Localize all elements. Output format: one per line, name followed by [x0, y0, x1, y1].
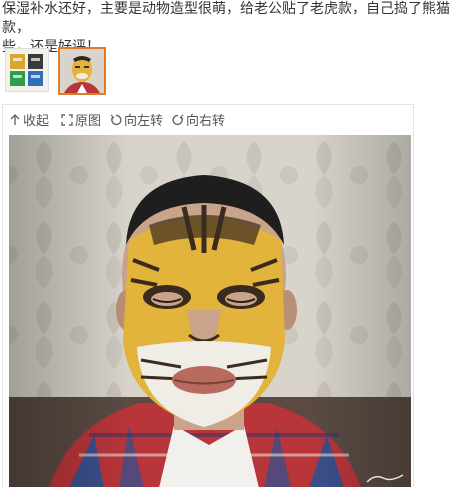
- rotate-right-button[interactable]: 向右转: [172, 113, 225, 131]
- tiger-mask-photo-thumbnail[interactable]: [58, 47, 106, 95]
- original-label: 原图: [75, 114, 102, 129]
- arrow-up-icon: [9, 114, 21, 126]
- review-page: 保湿补水还好，主要是动物造型很萌，给老公贴了老虎款，自己捣了熊猫款， 些，还是好…: [0, 0, 469, 487]
- tiger-mask-photo-image: [9, 135, 411, 487]
- original-image-button[interactable]: 原图: [61, 113, 101, 131]
- rotate-left-icon: [110, 114, 122, 126]
- mask-packs-thumbnail[interactable]: [5, 48, 49, 92]
- watermark-logo: [366, 474, 404, 483]
- rotate-left-button[interactable]: 向左转: [110, 113, 163, 131]
- review-text-line-1: 保湿补水还好，主要是动物造型很萌，给老公贴了老虎款，自己捣了熊猫款，: [2, 1, 450, 36]
- rotate-right-label: 向右转: [186, 114, 226, 129]
- collapse-label: 收起: [23, 114, 50, 129]
- image-viewer: 收起 原图 向左转 向右转: [2, 104, 414, 487]
- tiger-mask-thumbnail-image: [60, 49, 104, 93]
- fullscreen-icon: [61, 114, 73, 126]
- collapse-button[interactable]: 收起: [9, 113, 49, 131]
- tiger-mask-photo: [9, 135, 411, 487]
- rotate-right-icon: [172, 114, 184, 126]
- mask-packs-image: [6, 49, 48, 91]
- rotate-left-label: 向左转: [124, 114, 164, 129]
